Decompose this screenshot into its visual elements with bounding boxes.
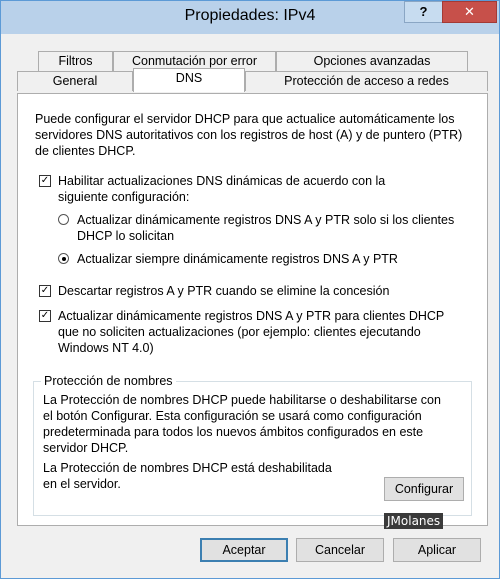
update-always-radio[interactable] xyxy=(58,253,69,264)
name-protection-title: Protección de nombres xyxy=(41,374,176,389)
update-on-request-option[interactable]: Actualizar dinámicamente registros DNS A… xyxy=(58,212,478,246)
close-button[interactable]: ✕ xyxy=(442,1,497,23)
discard-on-delete-checkbox[interactable]: ✓ xyxy=(39,285,51,297)
update-non-requesting-label: Actualizar dinámicamente registros DNS A… xyxy=(58,309,445,355)
tab-dns[interactable]: DNS xyxy=(133,68,245,92)
name-protection-description: La Protección de nombres DHCP puede habi… xyxy=(43,393,441,455)
accept-button[interactable]: Aceptar xyxy=(200,538,288,562)
configure-button[interactable]: Configurar xyxy=(384,477,464,501)
update-always-label: Actualizar siempre dinámicamente registr… xyxy=(77,252,398,266)
tab-general[interactable]: General xyxy=(17,71,133,91)
help-button[interactable]: ? xyxy=(404,1,442,23)
watermark-logo: JMolanes xyxy=(384,513,444,529)
tab-proteccion-acceso-redes[interactable]: Protección de acceso a redes xyxy=(245,71,488,91)
update-on-request-label: Actualizar dinámicamente registros DNS A… xyxy=(77,213,455,243)
dhcp-ipv4-properties-dialog: Propiedades: IPv4 ? ✕ Filtros Conmutació… xyxy=(0,0,500,579)
update-always-option[interactable]: Actualizar siempre dinámicamente registr… xyxy=(58,251,478,269)
dns-intro-text: Puede configurar el servidor DHCP para q… xyxy=(35,112,463,158)
apply-button[interactable]: Aplicar xyxy=(393,538,481,562)
tab-filtros[interactable]: Filtros xyxy=(38,51,113,71)
tab-opciones-avanzadas[interactable]: Opciones avanzadas xyxy=(276,51,468,71)
update-on-request-radio[interactable] xyxy=(58,214,69,225)
name-protection-status: La Protección de nombres DHCP está desha… xyxy=(43,461,332,491)
enable-dynamic-dns-checkbox[interactable]: ✓ xyxy=(39,175,51,187)
cancel-button[interactable]: Cancelar xyxy=(296,538,384,562)
update-non-requesting-option[interactable]: ✓ Actualizar dinámicamente registros DNS… xyxy=(39,308,469,358)
name-protection-group: Protección de nombres La Protección de n… xyxy=(33,374,472,516)
discard-on-delete-option[interactable]: ✓ Descartar registros A y PTR cuando se … xyxy=(39,283,469,301)
discard-on-delete-label: Descartar registros A y PTR cuando se el… xyxy=(58,284,390,298)
enable-dynamic-dns-option[interactable]: ✓ Habilitar actualizaciones DNS dinámica… xyxy=(39,173,469,207)
dns-tab-panel: Puede configurar el servidor DHCP para q… xyxy=(17,93,488,526)
update-non-requesting-checkbox[interactable]: ✓ xyxy=(39,310,51,322)
close-icon: ✕ xyxy=(464,4,475,19)
tab-bar: Filtros Conmutación por error Opciones a… xyxy=(17,49,488,93)
title-bar[interactable]: Propiedades: IPv4 ? ✕ xyxy=(1,1,499,34)
enable-dynamic-dns-label: Habilitar actualizaciones DNS dinámicas … xyxy=(58,174,386,204)
